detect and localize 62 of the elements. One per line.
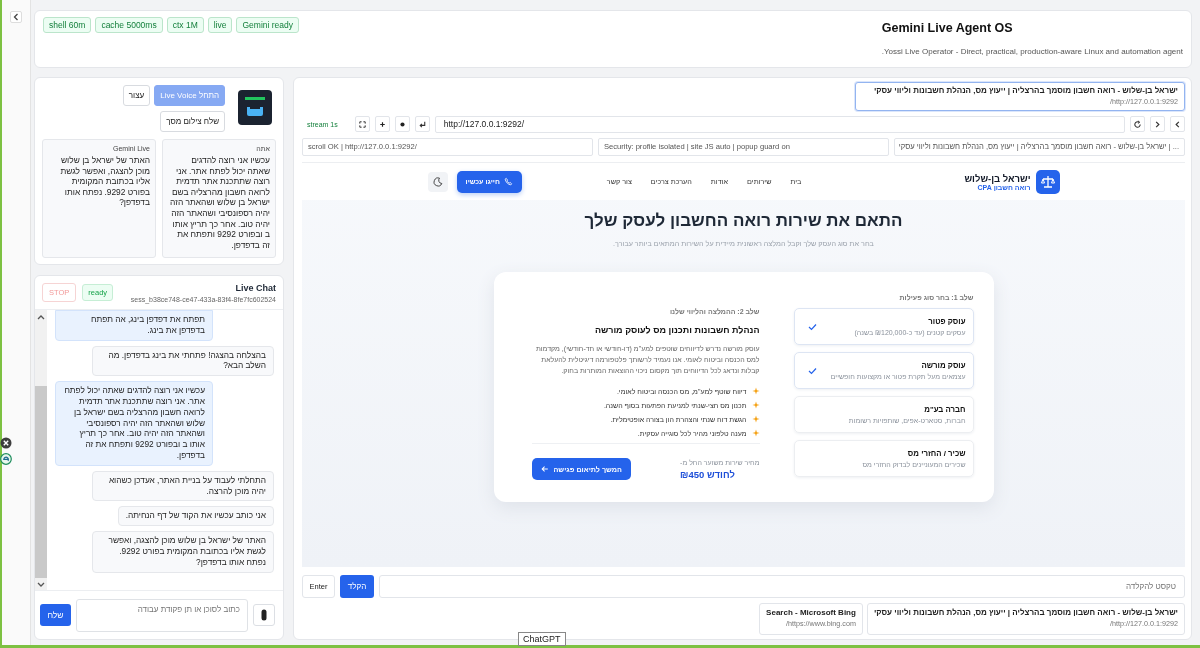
scale-logo-icon bbox=[1035, 169, 1060, 194]
brand-name: ישראל בן-שלוש bbox=[964, 172, 1031, 184]
moon-icon bbox=[432, 176, 443, 187]
tab-title: ישראל בן-שלוש - רואה חשבון מוסמך בהרצליה | ייעוץ מס, הנהלת חשבונות וליווי עסקי bbox=[873, 86, 1178, 95]
chevron-right-icon bbox=[1153, 119, 1162, 129]
chat-message: האתר של ישראל בן שלוש מוכן להצגה, ואפשר לגשת אליו בכתובת המקומית בפורט 9292. נפתח אותו בדפדפן? bbox=[92, 531, 274, 573]
enter-key-button[interactable] bbox=[414, 116, 430, 132]
app-title: Gemini Live Agent OS bbox=[881, 21, 1013, 35]
microphone-icon bbox=[261, 609, 267, 621]
status-badge: shell 60m bbox=[43, 17, 92, 33]
chevron-down-icon bbox=[37, 582, 45, 588]
fullscreen-icon bbox=[357, 119, 367, 129]
status-badge: ctx 1M bbox=[166, 17, 204, 33]
collapse-button[interactable] bbox=[10, 11, 22, 23]
return-arrow-icon bbox=[417, 119, 427, 129]
transcript-text: האתר של ישראל בן שלוש מוכן להצגה, ואפשר לגשת אליו בכתובת המקומית בפורט 9292. נפתח אותו בדפדפן? bbox=[59, 155, 150, 208]
recommendation-title: הנהלת חשבונות ותכנון מס לעוסק מורשה bbox=[593, 325, 760, 335]
check-icon bbox=[807, 366, 817, 375]
voice-button[interactable]: עצור bbox=[122, 85, 151, 106]
plus-icon bbox=[377, 119, 387, 129]
chat-message: תפתח את דפדפן בינג, אה תפתח בדפדפן את בינג. bbox=[55, 310, 213, 341]
scrollbar[interactable] bbox=[35, 310, 47, 590]
chat-message: בהצלחה בהצגה! פתחתי את בינג בדפדפן. מה השלב הבא? bbox=[92, 345, 274, 377]
phone-icon bbox=[503, 177, 513, 186]
fullscreen-button[interactable] bbox=[354, 116, 370, 132]
type-button[interactable]: הקלד bbox=[340, 575, 374, 598]
chat-message: אני כותב עכשיו את הקוד של דף הנחיתה. bbox=[117, 506, 274, 527]
message-field[interactable]: כתוב לסוכן או תן פקודת עבודה bbox=[76, 598, 248, 632]
circle-icon[interactable] bbox=[0, 453, 12, 465]
back-button[interactable] bbox=[1170, 116, 1185, 132]
reload-button[interactable] bbox=[1130, 116, 1145, 132]
theme-toggle-button[interactable] bbox=[427, 171, 448, 192]
reload-icon bbox=[1133, 119, 1142, 129]
tab-title: Search - Microsoft Bing bbox=[766, 608, 856, 617]
status-badge: Gemini ready bbox=[236, 17, 300, 33]
chat-message: התחלתי לעבוד על בניית האתר, אעדכן כשהוא יהיה מוכן להרצה. bbox=[92, 470, 274, 502]
app-logo-icon bbox=[238, 90, 272, 125]
address-field[interactable]: http://127.0.0.1:9292/ bbox=[434, 115, 1125, 133]
close-circle-icon[interactable] bbox=[0, 437, 12, 449]
tooltip: ChatGPT bbox=[518, 632, 566, 646]
status-badge: cache 5000ms bbox=[95, 17, 163, 33]
app-subtitle: Yossi Live Operator - Direct, practical, production-aware Linux and automation agent. bbox=[881, 47, 1183, 56]
price: ₪450 לחודש bbox=[680, 468, 736, 480]
chevron-up-icon bbox=[37, 314, 45, 320]
send-button[interactable]: שלח bbox=[40, 604, 71, 626]
chevron-left-icon bbox=[1173, 119, 1182, 129]
chat-message: עכשיו אני רוצה להדגים שאתה יכול לפתח אתר. אני רוצה שתתכנת אתר תדמית לרואה חשבון מהרצליה בשם ישראל בן שלוש ושהאתר הזה יהיה רספונסיבי ושהאתר הזה יהיה טוב. אחר כך תריץ אותו ב ובפורט 9292 ותפתח את זה בדפדפן. bbox=[55, 381, 213, 466]
status-badge: live bbox=[207, 17, 233, 33]
page-heading: התאם את שירות רואה החשבון לעסק שלך bbox=[584, 211, 903, 231]
arrow-left-icon bbox=[540, 465, 549, 473]
voice-button[interactable]: שלח צילום מסך bbox=[160, 111, 225, 132]
add-button[interactable] bbox=[374, 116, 390, 132]
transcript-text: עכשיו אני רוצה להדגים שאתה יכול לפתח אתר. אני רוצה שתתכנת אתר תדמית לרואה חשבון מהרצליה בשם ישראל בן שלוש ושהאתר הזה יהיה רספונסיבי ושהאתר הזה יהיה טוב. אחר כך תריץ אותו ב ובפורט 9292 ותפתח את זה בדפדפן. bbox=[169, 155, 270, 251]
type-text-field[interactable]: טקסט להקלדה bbox=[379, 575, 1185, 598]
record-button[interactable] bbox=[394, 116, 410, 132]
chevron-left-icon bbox=[13, 13, 19, 21]
chat-title: Live Chat bbox=[235, 282, 276, 293]
tab-title: ישראל בן-שלוש - רואה חשבון מוסמך בהרצליה | ייעוץ מס, הנהלת חשבונות וליווי עסקי bbox=[873, 608, 1178, 617]
check-icon bbox=[807, 322, 817, 331]
forward-button[interactable] bbox=[1150, 116, 1165, 132]
microphone-button[interactable] bbox=[253, 604, 275, 626]
dot-icon bbox=[397, 119, 407, 129]
